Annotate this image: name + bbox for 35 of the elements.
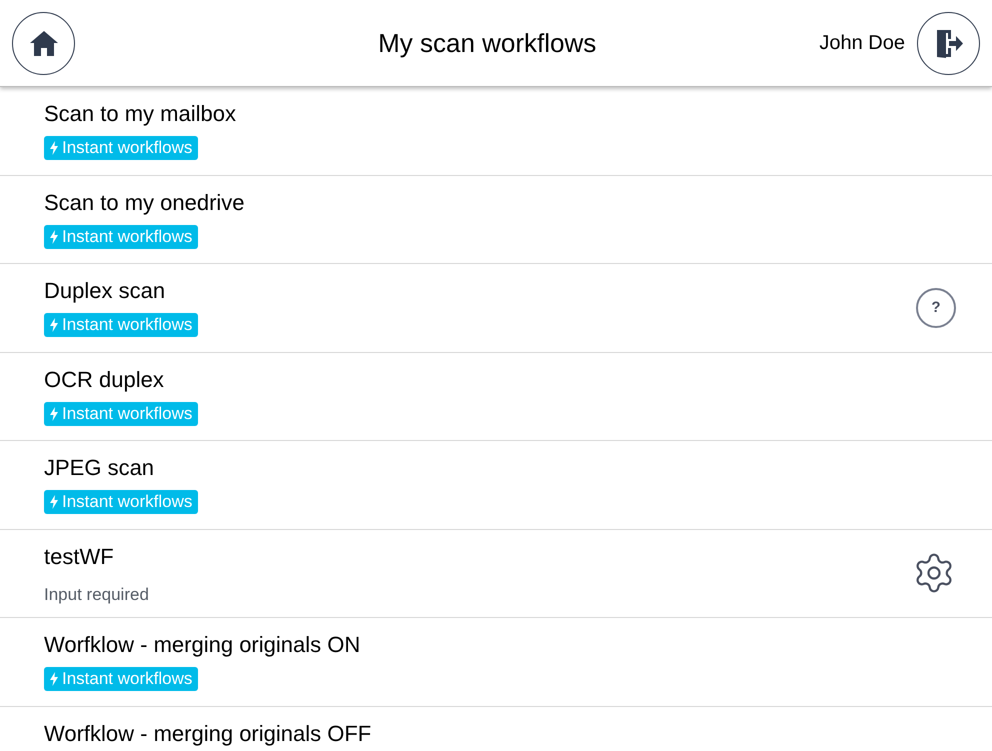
workflow-name: Scan to my onedrive	[44, 190, 246, 216]
page-title: My scan workflows	[377, 26, 598, 60]
workflow-name: Duplex scan	[44, 278, 166, 304]
home-button[interactable]	[12, 12, 75, 74]
workflow-row[interactable]: JPEG scan Instant workflows	[0, 441, 992, 530]
workflow-name: Worfklow - merging originals ON	[44, 632, 362, 658]
workflow-name: OCR duplex	[44, 366, 165, 392]
user-name: John Doe	[819, 31, 905, 56]
home-icon	[28, 29, 58, 57]
lightning-icon	[50, 230, 58, 244]
workflow-row[interactable]: Scan to my mailbox Instant workflows	[0, 87, 992, 176]
workflow-row[interactable]: OCR duplex Instant workflows	[0, 352, 992, 441]
workflow-name: Scan to my mailbox	[44, 101, 237, 127]
logout-button[interactable]	[917, 12, 980, 74]
workflow-row[interactable]: Duplex scan Instant workflows ?	[0, 264, 992, 352]
help-button[interactable]: ?	[916, 288, 956, 328]
instant-badge: Instant workflows	[44, 402, 198, 426]
lightning-icon	[50, 141, 58, 155]
workflow-row[interactable]: testWF Input required	[0, 530, 992, 618]
instant-badge: Instant workflows	[44, 313, 198, 337]
instant-badge: Instant workflows	[44, 136, 198, 160]
workflow-name: testWF	[44, 544, 115, 570]
instant-badge: Instant workflows	[44, 490, 198, 514]
status-note: Input required	[44, 584, 150, 606]
lightning-icon	[50, 495, 58, 509]
workflow-row[interactable]: Worfklow - merging originals ON Instant workflows	[0, 618, 992, 706]
workflow-name: Worfklow - merging originals OFF	[44, 720, 372, 746]
workflow-name: JPEG scan	[44, 455, 156, 481]
instant-badge: Instant workflows	[44, 224, 198, 248]
lightning-icon	[50, 318, 58, 332]
workflow-row[interactable]: Worfklow - merging originals OFF	[0, 706, 992, 751]
instant-badge: Instant workflows	[44, 667, 198, 691]
lightning-icon	[50, 406, 58, 420]
lightning-icon	[50, 672, 58, 686]
workflow-row[interactable]: Scan to my onedrive Instant workflows	[0, 176, 992, 264]
